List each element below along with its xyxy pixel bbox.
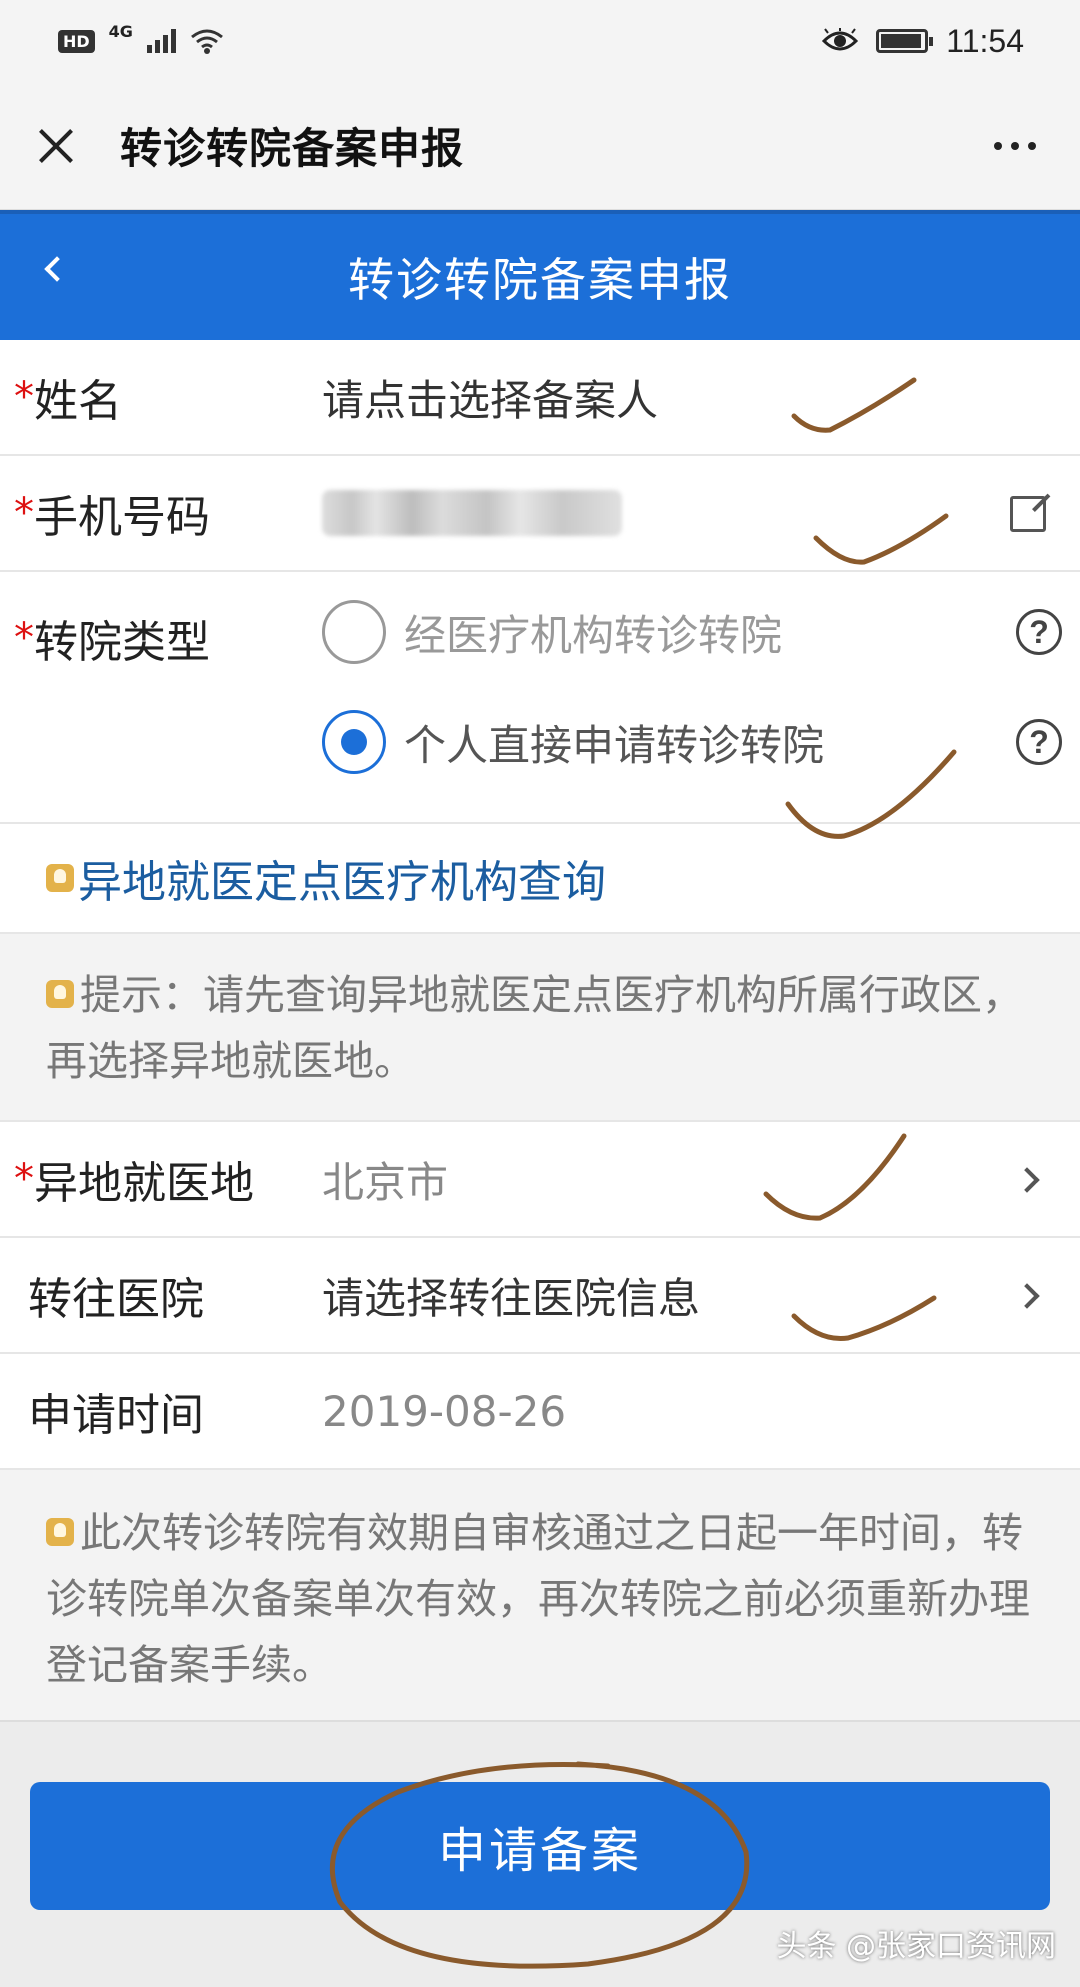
radio-unchecked[interactable]: [322, 600, 386, 664]
hospital-row[interactable]: 转往医院 请选择转往医院信息: [0, 1238, 1080, 1354]
watermark: 头条 @张家口资讯网: [776, 1929, 1056, 1964]
page-header: 转诊转院备案申报: [0, 210, 1080, 340]
apply-button[interactable]: 申请备案: [30, 1782, 1050, 1910]
name-row[interactable]: *姓名 请点击选择备案人: [0, 340, 1080, 456]
radio-option-personal[interactable]: 个人直接申请转诊转院 ?: [322, 710, 1062, 774]
tip-text: 提示：请先查询异地就医定点医疗机构所属行政区，再选择异地就医地。: [46, 971, 1023, 1085]
hospital-label: 转往医院: [28, 1274, 204, 1325]
signal-icon: [146, 29, 176, 53]
close-icon[interactable]: [30, 120, 82, 172]
transfer-type-row: *转院类型 经医疗机构转诊转院 ? 个人直接申请转诊转院 ?: [0, 572, 1080, 824]
chevron-right-icon: [1018, 1285, 1038, 1305]
wifi-icon: [191, 29, 223, 54]
hospital-query-link[interactable]: 异地就医定点医疗机构查询: [0, 824, 1080, 934]
question-icon[interactable]: ?: [1016, 609, 1062, 655]
apply-time-label: 申请时间: [28, 1390, 204, 1441]
bulb-icon: [46, 980, 74, 1008]
status-bar: HD 4G 11:54: [0, 0, 1080, 82]
hospital-selector[interactable]: 请选择转往医院信息: [322, 1265, 700, 1326]
validity-notice: 此次转诊转院有效期自审核通过之日起一年时间，转诊转院单次备案单次有效，再次转院之…: [0, 1470, 1080, 1738]
query-link-text[interactable]: 异地就医定点医疗机构查询: [78, 846, 606, 910]
hd-indicator: HD: [58, 29, 95, 53]
required-mark: *: [14, 490, 34, 536]
browser-title: 转诊转院备案申报: [120, 124, 465, 173]
phone-value-blurred: [322, 490, 622, 536]
location-value[interactable]: 北京市: [322, 1149, 448, 1210]
battery-icon: [876, 29, 934, 53]
browser-titlebar: 转诊转院备案申报: [0, 82, 1080, 210]
question-icon[interactable]: ?: [1016, 719, 1062, 765]
back-chevron-icon[interactable]: [40, 258, 66, 284]
name-selector[interactable]: 请点击选择备案人: [322, 367, 658, 428]
apply-time-value: 2019-08-26: [322, 1386, 567, 1436]
transfer-type-label: 转院类型: [34, 617, 210, 668]
required-mark: *: [14, 374, 34, 420]
page-title: 转诊转院备案申报: [348, 253, 732, 307]
chevron-right-icon: [1018, 1169, 1038, 1189]
name-label: 姓名: [34, 376, 122, 427]
phone-row: *手机号码: [0, 456, 1080, 572]
bulb-icon: [46, 864, 74, 892]
validity-text: 此次转诊转院有效期自审核通过之日起一年时间，转诊转院单次备案单次有效，再次转院之…: [46, 1509, 1030, 1689]
phone-label: 手机号码: [34, 492, 210, 543]
radio-checked[interactable]: [322, 710, 386, 774]
edit-icon[interactable]: [1010, 496, 1046, 532]
radio-option-institution[interactable]: 经医疗机构转诊转院 ?: [322, 600, 1062, 664]
location-row[interactable]: *异地就医地 北京市: [0, 1122, 1080, 1238]
radio-label: 个人直接申请转诊转院: [404, 720, 825, 770]
tip-notice: 提示：请先查询异地就医定点医疗机构所属行政区，再选择异地就医地。: [0, 934, 1080, 1122]
apply-time-row: 申请时间 2019-08-26: [0, 1354, 1080, 1470]
more-menu-icon[interactable]: [994, 141, 1050, 150]
required-mark: *: [14, 1156, 34, 1202]
location-label: 异地就医地: [34, 1158, 254, 1209]
clock: 11:54: [946, 22, 1024, 59]
transfer-form: *姓名 请点击选择备案人 *手机号码 *转院类型 经医疗机构转诊转院 ? 个人直…: [0, 340, 1080, 1738]
required-mark: *: [14, 615, 34, 661]
bulb-icon: [46, 1518, 74, 1546]
radio-label: 经医疗机构转诊转院: [404, 610, 783, 660]
network-type: 4G: [108, 21, 133, 41]
eye-comfort-icon: [822, 28, 859, 51]
